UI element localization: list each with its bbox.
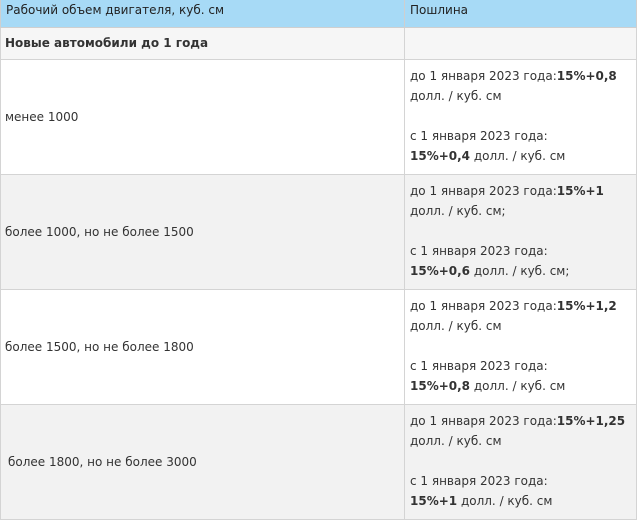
duty-after-unit: долл. / куб. см [470, 148, 566, 163]
customs-duty-table: Рабочий объем двигателя, куб. см Пошлина… [0, 0, 637, 520]
duty-after-label: с 1 января 2023 года: [410, 243, 548, 258]
duty-cell: до 1 января 2023 года:15%+0,8 долл. / ку… [404, 58, 637, 175]
engine-volume-cell: более 1500, но не более 1800 [0, 288, 405, 405]
duty-before-label: до 1 января 2023 года: [410, 68, 557, 83]
duty-before-label: до 1 января 2023 года: [410, 413, 557, 428]
duty-before-rate: 15%+1,25 [556, 413, 626, 428]
duty-before-label: до 1 января 2023 года: [410, 298, 557, 313]
duty-before-unit: долл. / куб. см [410, 318, 502, 333]
duty-after-label: с 1 января 2023 года: [410, 473, 548, 488]
header-duty: Пошлина [404, 0, 637, 28]
duty-before-rate: 15%+0,8 [556, 68, 617, 83]
duty-after-label: с 1 января 2023 года: [410, 128, 548, 143]
table-row: менее 1000 до 1 января 2023 года:15%+0,8… [0, 58, 637, 175]
duty-after-rate: 15%+0,8 [410, 378, 471, 393]
table-row: более 1000, но не более 1500 до 1 января… [0, 173, 637, 290]
duty-after-rate: 15%+0,4 [410, 148, 471, 163]
duty-before-rate: 15%+1 [556, 183, 604, 198]
subheader-new-cars: Новые автомобили до 1 года [0, 26, 405, 60]
duty-before-unit: долл. / куб. см [410, 88, 502, 103]
duty-cell: до 1 января 2023 года:15%+1 долл. / куб.… [404, 173, 637, 290]
duty-before-unit: долл. / куб. см [410, 433, 502, 448]
engine-volume-cell: менее 1000 [0, 58, 405, 175]
duty-cell: до 1 января 2023 года:15%+1,2 долл. / ку… [404, 288, 637, 405]
duty-after-label: с 1 января 2023 года: [410, 358, 548, 373]
duty-before-rate: 15%+1,2 [556, 298, 617, 313]
subheader-empty-cell [404, 26, 637, 60]
engine-volume-cell: более 1800, но не более 3000 [0, 403, 405, 520]
duty-after-rate: 15%+1 [410, 493, 458, 508]
duty-after-unit: долл. / куб. см; [470, 263, 570, 278]
table-row: более 1500, но не более 1800 до 1 января… [0, 288, 637, 405]
table-header-row: Рабочий объем двигателя, куб. см Пошлина [0, 0, 637, 28]
header-engine-volume: Рабочий объем двигателя, куб. см [0, 0, 405, 28]
engine-volume-cell: более 1000, но не более 1500 [0, 173, 405, 290]
duty-after-rate: 15%+0,6 [410, 263, 471, 278]
duty-before-unit: долл. / куб. см; [410, 203, 506, 218]
duty-before-label: до 1 января 2023 года: [410, 183, 557, 198]
table-subheader-row: Новые автомобили до 1 года [0, 26, 637, 60]
duty-cell: до 1 января 2023 года:15%+1,25 долл. / к… [404, 403, 637, 520]
duty-after-unit: долл. / куб. см [470, 378, 566, 393]
table-row: более 1800, но не более 3000 до 1 января… [0, 403, 637, 520]
duty-after-unit: долл. / куб. см [457, 493, 553, 508]
